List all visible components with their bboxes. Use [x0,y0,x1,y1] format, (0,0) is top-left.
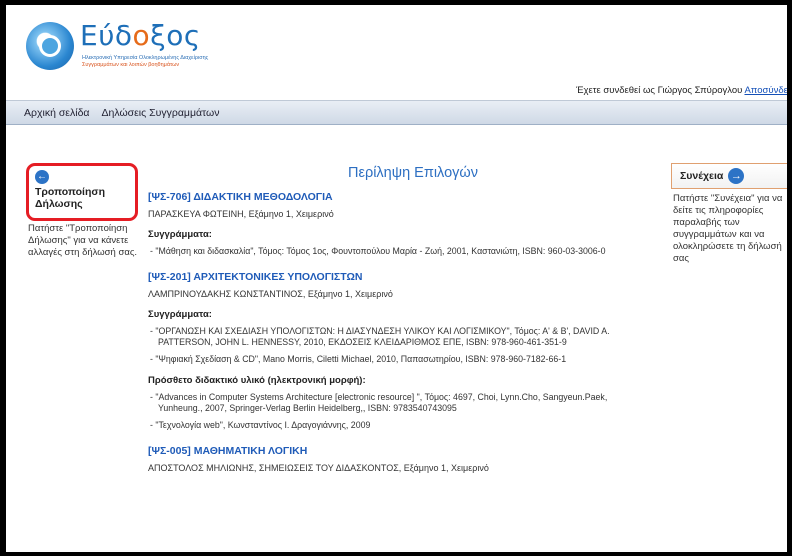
continue-label: Συνέχεια [680,170,724,182]
nav-home[interactable]: Αρχική σελίδα [24,107,90,119]
modify-declaration-button[interactable]: ← Τροποποίηση Δήλωσης [26,163,138,221]
continue-help-text: Πατήστε "Συνέχεια" για να δείτε τις πληρ… [673,193,783,264]
logo-title: Εύδοξος [80,19,201,52]
left-column: ← Τροποποίηση Δήλωσης Πατήστε "Τροποποίη… [26,163,144,259]
logout-link[interactable]: Αποσύνδεση [744,85,787,96]
book-item: - "Μάθηση και διδασκαλία", Τόμος: Τόμος … [150,246,606,256]
course-title[interactable]: [ΨΣ-005] ΜΑΘΗΜΑΤΙΚΗ ΛΟΓΙΚΗ [148,445,658,457]
continue-button[interactable]: Συνέχεια → [671,163,787,189]
page-title: Περίληψη Επιλογών [348,165,478,181]
book-item: - "Ψηφιακή Σχεδίαση & CD", Mano Morris, … [150,354,567,364]
right-arrow-icon: → [728,168,745,184]
left-arrow-icon: ← [35,170,49,184]
logo-globe-icon [26,22,74,70]
course-info: ΑΠΟΣΤΟΛΟΣ ΜΗΛΙΩΝΗΣ, ΣΗΜΕΙΩΣΕΙΣ ΤΟΥ ΔΙΔΑΣ… [148,463,489,473]
summary-panel: Περίληψη Επιλογών [ΨΣ-706] ΔΙΔΑΚΤΙΚΗ ΜΕΘ… [148,163,658,473]
eudoxus-logo[interactable]: Εύδοξος Ηλεκτρονική Υπηρεσία Ολοκληρωμέν… [26,19,246,72]
books-heading: Συγγράμματα: [148,309,212,320]
course-title[interactable]: [ΨΣ-201] ΑΡΧΙΤΕΚΤΟΝΙΚΕΣ ΥΠΟΛΟΓΙΣΤΩΝ [148,271,658,283]
course-info: ΠΑΡΑΣΚΕΥΑ ΦΩΤΕΙΝΗ, Εξάμηνο 1, Χειμερινό [148,209,334,219]
right-column: Συνέχεια → Πατήστε "Συνέχεια" για να δεί… [671,163,787,265]
extra-item: - "Τεχνολογία web", Κωνσταντίνος Ι. Δραγ… [150,420,371,430]
user-status: Έχετε συνδεθεί ως Γιώργος Σπύρογλου Αποσ… [576,85,787,96]
logo-subtitle-1: Ηλεκτρονική Υπηρεσία Ολοκληρωμένης Διαχε… [82,55,209,61]
nav-declarations[interactable]: Δηλώσεις Συγγραμμάτων [102,107,220,119]
books-heading: Συγγράμματα: [148,229,212,240]
modify-help-text: Πατήστε "Τροποποίηση Δήλωσης" για να κάν… [28,223,138,258]
user-logged-in-text: Έχετε συνδεθεί ως Γιώργος Σπύρογλου [576,85,743,96]
book-item: - "ΟΡΓΑΝΩΣΗ ΚΑΙ ΣΧΕΔΙΑΣΗ ΥΠΟΛΟΓΙΣΤΩΝ: Η … [150,326,610,347]
modify-declaration-label: Τροποποίηση Δήλωσης [35,186,105,210]
course-title[interactable]: [ΨΣ-706] ΔΙΔΑΚΤΙΚΗ ΜΕΘΟΔΟΛΟΓΙΑ [148,191,658,203]
page-frame: Εύδοξος Ηλεκτρονική Υπηρεσία Ολοκληρωμέν… [6,5,787,552]
header: Εύδοξος Ηλεκτρονική Υπηρεσία Ολοκληρωμέν… [6,5,787,101]
nav-bar: Αρχική σελίδα Δηλώσεις Συγγραμμάτων [6,101,787,125]
course-info: ΛΑΜΠΡΙΝΟΥΔΑΚΗΣ ΚΩΝΣΤΑΝΤΙΝΟΣ, Εξάμηνο 1, … [148,289,393,299]
extra-material-heading: Πρόσθετο διδακτικό υλικό (ηλεκτρονική μο… [148,375,366,386]
extra-item: - "Advances in Computer Systems Architec… [150,392,608,413]
logo-subtitle-2: Συγγραμμάτων και λοιπών βοηθημάτων [82,62,180,68]
